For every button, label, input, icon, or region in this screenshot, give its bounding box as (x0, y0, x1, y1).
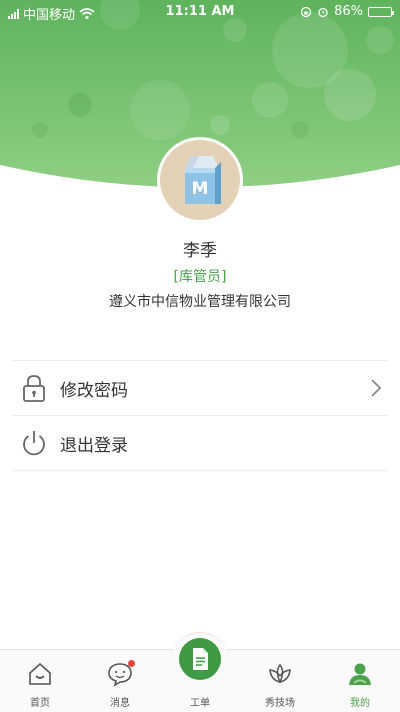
status-bar: 中国移动 11:11 AM 86% (0, 0, 400, 24)
tab-work-order-label: 工单 (190, 698, 210, 709)
user-company: 遵义市中信物业管理有限公司 (109, 294, 291, 310)
logout-label: 退出登录 (60, 435, 128, 456)
user-role: [库管员] (173, 269, 227, 285)
tab-messages[interactable]: 消息 (80, 650, 160, 712)
work-order-icon (179, 638, 221, 680)
lock-icon (20, 373, 48, 403)
milk-carton-avatar-icon: M (185, 156, 221, 204)
rotation-lock-icon (300, 6, 312, 17)
bottom-tab-bar: 首页 消息 工单 秀技场 我的 (0, 632, 400, 712)
power-icon (20, 428, 48, 458)
profile-icon (346, 660, 374, 688)
logout-item[interactable]: 退出登录 (12, 416, 388, 471)
tab-home-label: 首页 (30, 698, 50, 709)
chevron-right-icon (371, 379, 382, 397)
change-password-item[interactable]: 修改密码 (12, 361, 388, 416)
tab-work-order[interactable]: 工单 (160, 638, 240, 712)
avatar[interactable]: M (157, 137, 243, 223)
tab-mine[interactable]: 我的 (320, 650, 400, 712)
unread-badge (128, 660, 135, 667)
tab-showcase-label: 秀技场 (265, 698, 295, 709)
user-name: 李季 (183, 241, 217, 261)
settings-menu: 修改密码 退出登录 (12, 360, 388, 471)
tab-messages-label: 消息 (110, 698, 130, 709)
home-icon (26, 660, 54, 688)
tab-mine-label: 我的 (350, 698, 370, 709)
tab-home[interactable]: 首页 (0, 650, 80, 712)
tab-showcase[interactable]: 秀技场 (240, 650, 320, 712)
battery-percent: 86% (334, 4, 363, 19)
change-password-label: 修改密码 (60, 380, 128, 401)
avatar-letter: M (192, 179, 209, 199)
lotus-icon (266, 660, 294, 688)
battery-icon (368, 6, 394, 17)
alarm-icon (318, 7, 328, 17)
